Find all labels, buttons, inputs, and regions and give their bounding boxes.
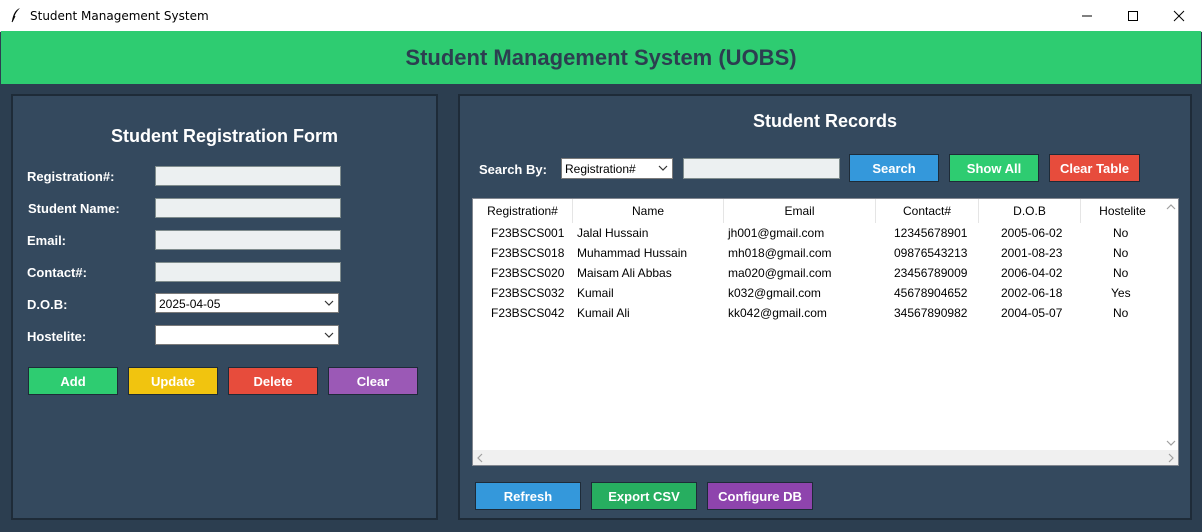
cell-registration: F23BSCS032 [491, 286, 565, 300]
cell-dob: 2005-06-02 [1001, 226, 1063, 240]
cell-registration: F23BSCS042 [491, 306, 565, 320]
cell-contact: 12345678901 [894, 226, 968, 240]
dob-date-picker[interactable]: 2025-04-05 [155, 293, 339, 313]
update-button[interactable]: Update [128, 367, 218, 395]
table-row[interactable]: F23BSCS020 Maisam Ali Abbas ma020@gmail.… [473, 263, 1165, 283]
minimize-button[interactable] [1064, 0, 1110, 31]
table-row[interactable]: F23BSCS018 Muhammad Hussain mh018@gmail.… [473, 243, 1165, 263]
export-csv-button[interactable]: Export CSV [591, 482, 697, 510]
dob-value: 2025-04-05 [159, 297, 221, 311]
contact-input[interactable] [155, 262, 341, 282]
cell-hostelite: No [1113, 266, 1129, 280]
cell-name: Kumail Ali [577, 306, 630, 320]
cell-registration: F23BSCS018 [491, 246, 565, 260]
column-header-dob[interactable]: D.O.B [979, 199, 1081, 223]
cell-dob: 2006-04-02 [1001, 266, 1063, 280]
records-table[interactable]: Registration# Name Email Contact# D.O.B … [472, 198, 1179, 466]
refresh-button[interactable]: Refresh [475, 482, 581, 510]
clear-table-button[interactable]: Clear Table [1049, 154, 1140, 182]
table-row[interactable]: F23BSCS042 Kumail Ali kk042@gmail.com 34… [473, 303, 1165, 323]
cell-contact: 34567890982 [894, 306, 968, 320]
search-by-label: Search By: [479, 162, 547, 177]
column-header-registration[interactable]: Registration# [473, 199, 573, 223]
cell-contact: 45678904652 [894, 286, 968, 300]
records-title: Student Records [752, 111, 898, 131]
close-icon [1173, 10, 1185, 21]
scroll-up-icon[interactable] [1166, 203, 1176, 211]
column-header-email[interactable]: Email [724, 199, 876, 223]
search-input[interactable] [683, 158, 840, 179]
cell-name: Jalal Hussain [577, 226, 649, 240]
form-title: Student Registration Form [110, 126, 338, 146]
scroll-right-icon[interactable] [1167, 453, 1175, 463]
column-header-hostelite[interactable]: Hostelite [1081, 199, 1164, 223]
table-row[interactable]: F23BSCS001 Jalal Hussain jh001@gmail.com… [473, 223, 1165, 243]
scroll-left-icon[interactable] [476, 453, 484, 463]
cell-hostelite: Yes [1111, 286, 1131, 300]
chevron-down-icon [658, 165, 668, 171]
add-button[interactable]: Add [28, 367, 118, 395]
cell-email: ma020@gmail.com [728, 266, 832, 280]
registration-form-panel: Student Registration Form Registration#:… [11, 94, 438, 520]
registration-label: Registration#: [27, 169, 115, 184]
student-records-panel: Student Records Search By: Registration#… [458, 94, 1192, 520]
horizontal-scrollbar[interactable] [473, 450, 1178, 465]
window-titlebar: Student Management System [0, 0, 1202, 32]
scroll-down-icon[interactable] [1166, 439, 1176, 447]
student-name-input[interactable] [155, 198, 341, 218]
hostelite-dropdown[interactable] [155, 325, 339, 345]
email-label: Email: [27, 233, 67, 248]
column-header-name[interactable]: Name [573, 199, 724, 223]
feather-icon [11, 8, 20, 23]
cell-contact: 09876543213 [894, 246, 968, 260]
hostelite-label: Hostelite: [27, 329, 87, 344]
cell-name: Maisam Ali Abbas [577, 266, 672, 280]
cell-registration: F23BSCS001 [491, 226, 565, 240]
registration-input[interactable] [155, 166, 341, 186]
cell-hostelite: No [1113, 246, 1129, 260]
cell-email: mh018@gmail.com [728, 246, 832, 260]
close-button[interactable] [1156, 0, 1202, 31]
delete-button[interactable]: Delete [228, 367, 318, 395]
cell-email: k032@gmail.com [728, 286, 821, 300]
column-header-contact[interactable]: Contact# [876, 199, 979, 223]
window-title: Student Management System [30, 9, 209, 23]
chevron-down-icon [324, 300, 334, 306]
chevron-down-icon [324, 332, 334, 338]
cell-contact: 23456789009 [894, 266, 968, 280]
cell-dob: 2001-08-23 [1001, 246, 1063, 260]
table-row[interactable]: F23BSCS032 Kumail k032@gmail.com 4567890… [473, 283, 1165, 303]
cell-hostelite: No [1113, 226, 1129, 240]
cell-dob: 2002-06-18 [1001, 286, 1063, 300]
clear-button[interactable]: Clear [328, 367, 418, 395]
cell-email: kk042@gmail.com [728, 306, 827, 320]
contact-label: Contact#: [27, 265, 87, 280]
search-by-value: Registration# [565, 162, 636, 176]
cell-name: Muhammad Hussain [577, 246, 688, 260]
cell-dob: 2004-05-07 [1001, 306, 1063, 320]
minimize-icon [1082, 15, 1092, 16]
app-title: Student Management System (UOBS) [405, 44, 797, 70]
maximize-button[interactable] [1110, 0, 1156, 31]
email-input[interactable] [155, 230, 341, 250]
app-header: Student Management System (UOBS) [1, 31, 1201, 84]
show-all-button[interactable]: Show All [949, 154, 1039, 182]
cell-email: jh001@gmail.com [728, 226, 825, 240]
student-name-label: Student Name: [28, 201, 120, 216]
search-by-dropdown[interactable]: Registration# [561, 158, 673, 179]
cell-hostelite: No [1113, 306, 1129, 320]
search-button[interactable]: Search [849, 154, 939, 182]
maximize-icon [1128, 10, 1138, 21]
cell-name: Kumail [577, 286, 614, 300]
vertical-scrollbar[interactable] [1164, 199, 1178, 451]
cell-registration: F23BSCS020 [491, 266, 565, 280]
configure-db-button[interactable]: Configure DB [707, 482, 813, 510]
dob-label: D.O.B: [27, 297, 68, 312]
